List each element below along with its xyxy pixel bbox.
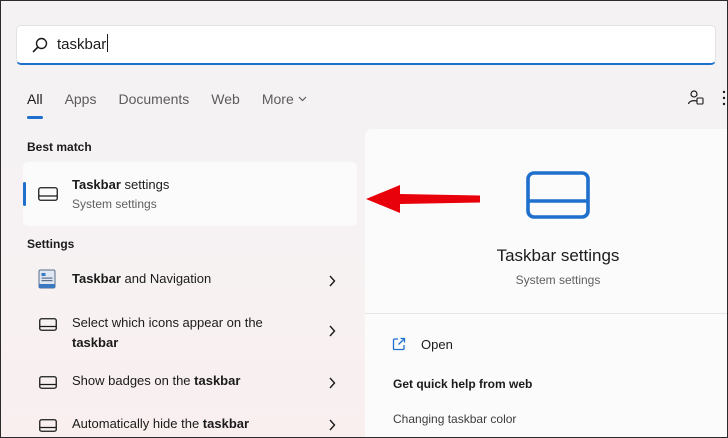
list-item[interactable]: Show badges on the taskbar <box>23 363 357 401</box>
tab-more-label: More <box>261 91 294 107</box>
text-caret <box>107 34 109 52</box>
search-input[interactable]: taskbar <box>57 34 109 56</box>
label-text: Show badges on the <box>72 373 195 388</box>
list-item-label: Select which icons appear on the taskbar <box>72 313 292 353</box>
taskbar-settings-icon <box>526 171 590 219</box>
tab-apps[interactable]: Apps <box>65 89 97 113</box>
chevron-right-icon <box>329 419 336 431</box>
divider <box>365 313 727 314</box>
detail-pane: Taskbar settings System settings Open Ge… <box>365 129 727 437</box>
best-match-result[interactable]: Taskbar settings System settings <box>23 162 357 226</box>
account-switch-icon[interactable] <box>687 89 705 107</box>
search-window: taskbar All Apps Documents Web More Best… <box>0 0 728 438</box>
taskbar-icon <box>39 419 57 432</box>
taskbar-icon <box>39 318 57 331</box>
detail-subtitle: System settings <box>515 273 601 287</box>
best-match-heading: Best match <box>27 140 92 154</box>
best-match-title-bold: Taskbar <box>72 177 121 192</box>
chevron-down-icon <box>298 96 307 102</box>
label-bold: Taskbar <box>72 271 121 286</box>
search-box[interactable]: taskbar <box>16 25 716 65</box>
open-external-icon <box>392 337 406 351</box>
annotation-arrow <box>366 185 480 213</box>
label-text: and Navigation <box>120 271 212 286</box>
filter-tabs: All Apps Documents Web More <box>27 89 329 119</box>
more-options-icon[interactable] <box>721 89 727 107</box>
search-query: taskbar <box>57 36 107 53</box>
best-match-subtitle: System settings <box>72 197 157 211</box>
search-icon <box>32 37 48 53</box>
list-item[interactable]: Select which icons appear on the taskbar <box>23 306 357 356</box>
list-item-label: Taskbar and Navigation <box>72 269 211 289</box>
label-bold: taskbar <box>202 416 250 431</box>
tab-documents[interactable]: Documents <box>118 89 189 113</box>
list-item-label: Show badges on the taskbar <box>72 371 240 391</box>
chevron-right-icon <box>329 325 336 337</box>
help-link[interactable]: Changing taskbar color <box>393 412 516 426</box>
list-item[interactable]: Taskbar and Navigation <box>23 259 357 301</box>
quick-help-heading: Get quick help from web <box>393 377 533 391</box>
list-item[interactable]: Automatically hide the taskbar <box>23 406 357 437</box>
tab-more[interactable]: More <box>262 89 307 113</box>
list-item-label: Automatically hide the taskbar <box>72 414 249 434</box>
best-match-title-rest: settings <box>120 177 170 192</box>
label-bold: taskbar <box>194 373 241 388</box>
taskbar-icon <box>39 376 57 389</box>
taskbar-icon <box>38 187 58 201</box>
label-bold: taskbar <box>72 335 119 350</box>
settings-heading: Settings <box>27 237 75 251</box>
chevron-right-icon <box>329 377 336 389</box>
taskbar-navigation-icon <box>38 269 56 289</box>
tab-all[interactable]: All <box>27 89 43 119</box>
label-text: Automatically hide the <box>72 416 203 431</box>
selection-indicator <box>23 182 26 206</box>
open-label: Open <box>421 337 453 352</box>
chevron-right-icon <box>329 275 336 287</box>
detail-title: Taskbar settings <box>496 246 620 265</box>
best-match-title: Taskbar settings <box>72 177 169 192</box>
tab-web[interactable]: Web <box>211 89 240 113</box>
label-text: Select which icons appear on the <box>72 315 263 330</box>
